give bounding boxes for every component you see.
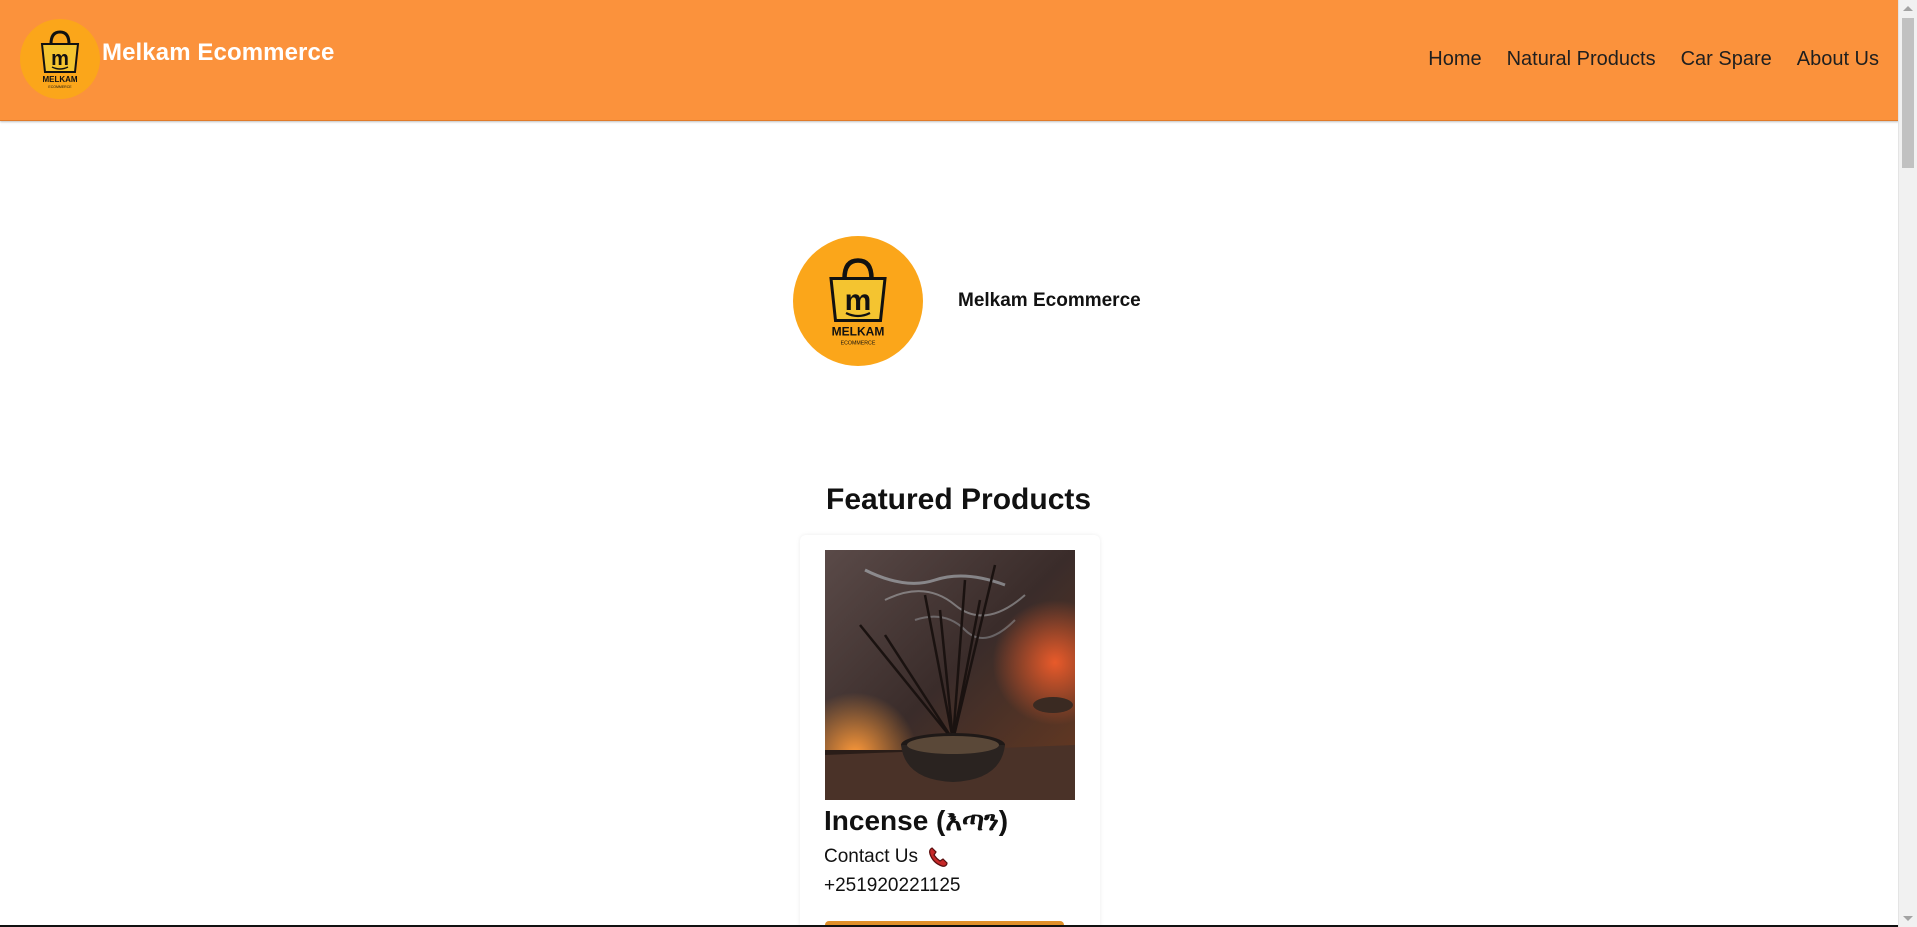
vertical-scrollbar[interactable] (1898, 0, 1917, 927)
hero-section: m MELKAM ECOMMERCE Melkam Ecommerce (793, 236, 1141, 366)
product-contact: Contact Us (824, 845, 950, 869)
shopping-bag-logo-icon: m MELKAM ECOMMERCE (829, 258, 887, 347)
product-card[interactable]: Incense (እጣን) Contact Us +251920221125 (800, 535, 1100, 927)
phone-icon (926, 845, 950, 869)
hero-logo: m MELKAM ECOMMERCE (793, 236, 923, 366)
nav-car-spare-link[interactable]: Car Spare (1681, 48, 1772, 71)
product-title[interactable]: Incense (እጣን) (824, 805, 1008, 838)
incense-photo (825, 550, 1075, 800)
brand[interactable]: m MELKAM ECOMMERCE Melkam Ecommerce (20, 19, 334, 99)
product-phone[interactable]: +251920221125 (824, 875, 961, 897)
brand-logo[interactable]: m MELKAM ECOMMERCE (20, 19, 100, 99)
hero-title: Melkam Ecommerce (958, 290, 1141, 311)
product-image[interactable] (825, 550, 1075, 800)
svg-text:MELKAM: MELKAM (832, 325, 885, 339)
svg-text:ECOMMERCE: ECOMMERCE (48, 85, 72, 89)
shopping-bag-logo-icon: m MELKAM ECOMMERCE (40, 30, 80, 89)
contact-label: Contact Us (824, 846, 918, 867)
svg-text:m: m (845, 284, 872, 317)
top-navbar: m MELKAM ECOMMERCE Melkam Ecommerce Home… (0, 0, 1899, 121)
browser-viewport: m MELKAM ECOMMERCE Melkam Ecommerce Home… (0, 0, 1917, 927)
nav-home-link[interactable]: Home (1428, 48, 1481, 71)
nav-about-us-link[interactable]: About Us (1797, 48, 1879, 71)
featured-products-heading: Featured Products (826, 483, 1092, 516)
svg-text:m: m (51, 48, 69, 70)
scroll-up-arrow-icon[interactable] (1903, 6, 1913, 11)
svg-text:ECOMMERCE: ECOMMERCE (841, 341, 876, 347)
main-nav: Home Natural Products Car Spare About Us (1428, 48, 1879, 71)
scrollbar-thumb[interactable] (1902, 18, 1914, 168)
nav-natural-products-link[interactable]: Natural Products (1507, 48, 1656, 71)
page: m MELKAM ECOMMERCE Melkam Ecommerce Home… (0, 0, 1899, 927)
scroll-down-arrow-icon[interactable] (1903, 916, 1913, 921)
brand-name[interactable]: Melkam Ecommerce (102, 39, 334, 67)
svg-text:MELKAM: MELKAM (42, 75, 77, 84)
